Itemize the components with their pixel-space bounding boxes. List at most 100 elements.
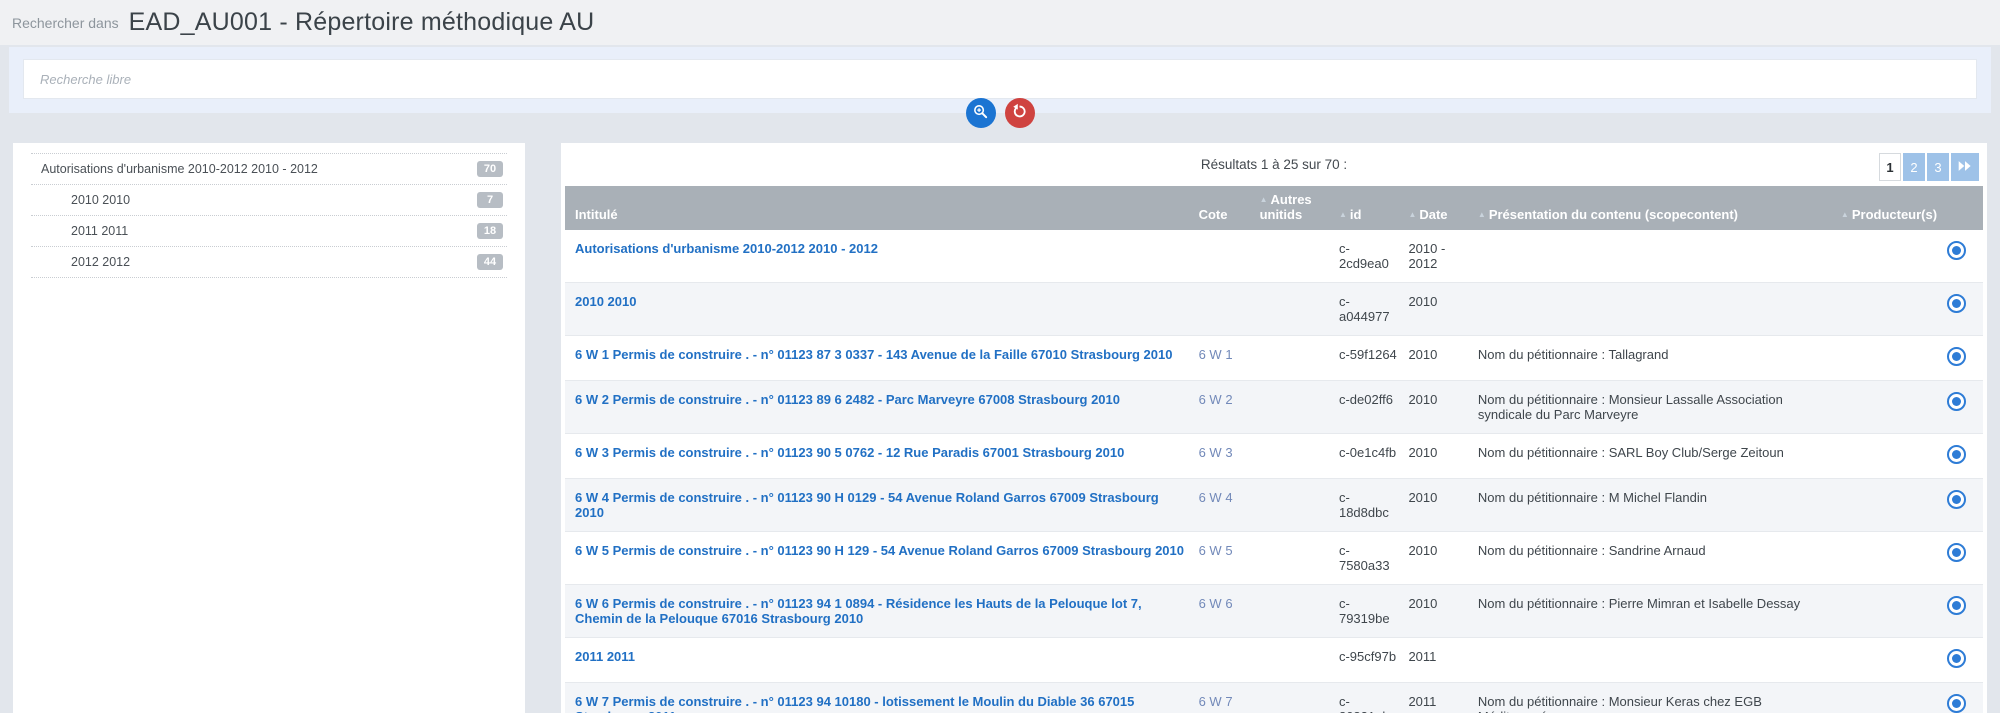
tree-item-label: 2012 2012 <box>71 255 130 269</box>
sort-arrow-icon: ▲ <box>1339 210 1347 219</box>
view-record-eye-icon <box>1947 445 1966 464</box>
table-row: 6 W 3 Permis de construire . - n° 01123 … <box>565 434 1983 479</box>
results-table-header: Intitulé Cote ▲Autres unitids ▲id ▲Date … <box>565 186 1983 230</box>
cell-producteur <box>1837 336 1943 381</box>
table-row: 2010 2010 c-a044977 2010 <box>565 283 1983 336</box>
record-title-link[interactable]: 6 W 7 Permis de construire . - n° 01123 … <box>575 694 1134 713</box>
cell-scopecontent: Nom du pétitionnaire : Tallagrand <box>1474 336 1837 381</box>
tree-item[interactable]: 2012 2012 44 <box>31 246 507 278</box>
record-title-link[interactable]: 6 W 1 Permis de construire . - n° 01123 … <box>575 347 1172 362</box>
view-record-button[interactable] <box>1947 294 1966 316</box>
cell-producteur <box>1837 683 1943 713</box>
view-record-button[interactable] <box>1947 649 1966 671</box>
cell-scopecontent: Nom du pétitionnaire : Pierre Mimran et … <box>1474 585 1837 638</box>
search-input[interactable] <box>23 59 1977 99</box>
cell-scopecontent: Nom du pétitionnaire : SARL Boy Club/Ser… <box>1474 434 1837 479</box>
cell-autres-unitids <box>1256 638 1335 683</box>
column-header[interactable]: ▲Présentation du contenu (scopecontent) <box>1474 186 1837 230</box>
record-cote-link[interactable]: 6 W 5 <box>1199 543 1233 558</box>
view-record-button[interactable] <box>1947 392 1966 414</box>
record-title-link[interactable]: 6 W 4 Permis de construire . - n° 01123 … <box>575 490 1159 520</box>
tree-item[interactable]: 2010 2010 7 <box>31 184 507 215</box>
pagination-next-button[interactable] <box>1951 153 1979 181</box>
view-record-eye-icon <box>1947 347 1966 366</box>
cell-producteur <box>1837 532 1943 585</box>
cell-scopecontent: Nom du pétitionnaire : Sandrine Arnaud <box>1474 532 1837 585</box>
column-header[interactable]: ▲id <box>1335 186 1404 230</box>
results-table: Intitulé Cote ▲Autres unitids ▲id ▲Date … <box>565 186 1983 713</box>
view-record-eye-icon <box>1947 596 1966 615</box>
cell-autres-unitids <box>1256 479 1335 532</box>
cell-producteur <box>1837 638 1943 683</box>
view-record-button[interactable] <box>1947 490 1966 512</box>
view-record-eye-icon <box>1947 543 1966 562</box>
cell-date: 2011 <box>1404 683 1473 713</box>
column-header[interactable]: Cote <box>1195 186 1256 230</box>
cell-scopecontent: Nom du pétitionnaire : M Michel Flandin <box>1474 479 1837 532</box>
pagination-pages: 23 <box>1903 153 1949 181</box>
search-button[interactable] <box>966 98 996 128</box>
column-header[interactable]: ▲Date <box>1404 186 1473 230</box>
column-header[interactable]: ▲Autres unitids <box>1256 186 1335 230</box>
cell-date: 2010 <box>1404 434 1473 479</box>
reset-button[interactable] <box>1005 98 1035 128</box>
view-record-button[interactable] <box>1947 445 1966 467</box>
cell-id: c-2cd9ea0 <box>1335 230 1404 283</box>
column-header[interactable]: Intitulé <box>565 186 1195 230</box>
tree-item[interactable]: 2011 2011 18 <box>31 215 507 246</box>
record-cote-link[interactable]: 6 W 7 <box>1199 694 1233 709</box>
table-row: 6 W 7 Permis de construire . - n° 01123 … <box>565 683 1983 713</box>
tree-item-count-badge: 18 <box>477 223 503 239</box>
record-title-link[interactable]: Autorisations d'urbanisme 2010-2012 2010… <box>575 241 878 256</box>
cell-id: c-a044977 <box>1335 283 1404 336</box>
cell-autres-unitids <box>1256 230 1335 283</box>
tree-item-label: 2011 2011 <box>71 224 128 238</box>
tree-item-label: Autorisations d'urbanisme 2010-2012 2010… <box>41 162 318 176</box>
cell-producteur <box>1837 230 1943 283</box>
view-record-button[interactable] <box>1947 543 1966 565</box>
pagination-page-current[interactable]: 1 <box>1879 153 1901 181</box>
view-record-button[interactable] <box>1947 241 1966 263</box>
cell-producteur <box>1837 381 1943 434</box>
record-cote-link[interactable]: 6 W 6 <box>1199 596 1233 611</box>
record-title-link[interactable]: 6 W 5 Permis de construire . - n° 01123 … <box>575 543 1184 558</box>
record-title-link[interactable]: 2011 2011 <box>575 649 635 664</box>
view-record-button[interactable] <box>1947 347 1966 369</box>
tree-panel: Autorisations d'urbanisme 2010-2012 2010… <box>13 143 525 713</box>
cell-producteur <box>1837 283 1943 336</box>
table-row: Autorisations d'urbanisme 2010-2012 2010… <box>565 230 1983 283</box>
cell-scopecontent <box>1474 230 1837 283</box>
cell-scopecontent <box>1474 638 1837 683</box>
cell-date: 2010 <box>1404 283 1473 336</box>
record-cote-link[interactable]: 6 W 4 <box>1199 490 1233 505</box>
pagination-page-button[interactable]: 2 <box>1903 153 1925 181</box>
record-cote-link[interactable]: 6 W 3 <box>1199 445 1233 460</box>
cell-scopecontent: Nom du pétitionnaire : Monsieur Lassalle… <box>1474 381 1837 434</box>
view-record-button[interactable] <box>1947 694 1966 713</box>
tree-item-label: 2010 2010 <box>71 193 130 207</box>
tree-item-count-badge: 44 <box>477 254 503 270</box>
cell-id: c-80821eb <box>1335 683 1404 713</box>
column-header[interactable]: ▲Producteur(s) <box>1837 186 1943 230</box>
record-title-link[interactable]: 2010 2010 <box>575 294 636 309</box>
sort-arrow-icon: ▲ <box>1841 210 1849 219</box>
sort-arrow-icon: ▲ <box>1408 210 1416 219</box>
record-title-link[interactable]: 6 W 6 Permis de construire . - n° 01123 … <box>575 596 1142 626</box>
cell-autres-unitids <box>1256 532 1335 585</box>
pagination-page-button[interactable]: 3 <box>1927 153 1949 181</box>
record-title-link[interactable]: 6 W 2 Permis de construire . - n° 01123 … <box>575 392 1120 407</box>
sort-arrow-icon: ▲ <box>1478 210 1486 219</box>
tree-item[interactable]: Autorisations d'urbanisme 2010-2012 2010… <box>31 153 507 184</box>
view-record-button[interactable] <box>1947 596 1966 618</box>
cell-autres-unitids <box>1256 585 1335 638</box>
top-header-bar: Rechercher dans EAD_AU001 - Répertoire m… <box>0 0 2000 45</box>
record-title-link[interactable]: 6 W 3 Permis de construire . - n° 01123 … <box>575 445 1124 460</box>
cell-scopecontent <box>1474 283 1837 336</box>
cell-date: 2010 <box>1404 479 1473 532</box>
record-cote-link[interactable]: 6 W 1 <box>1199 347 1233 362</box>
cell-autres-unitids <box>1256 683 1335 713</box>
table-row: 6 W 4 Permis de construire . - n° 01123 … <box>565 479 1983 532</box>
cell-producteur <box>1837 585 1943 638</box>
record-cote-link[interactable]: 6 W 2 <box>1199 392 1233 407</box>
cell-autres-unitids <box>1256 336 1335 381</box>
